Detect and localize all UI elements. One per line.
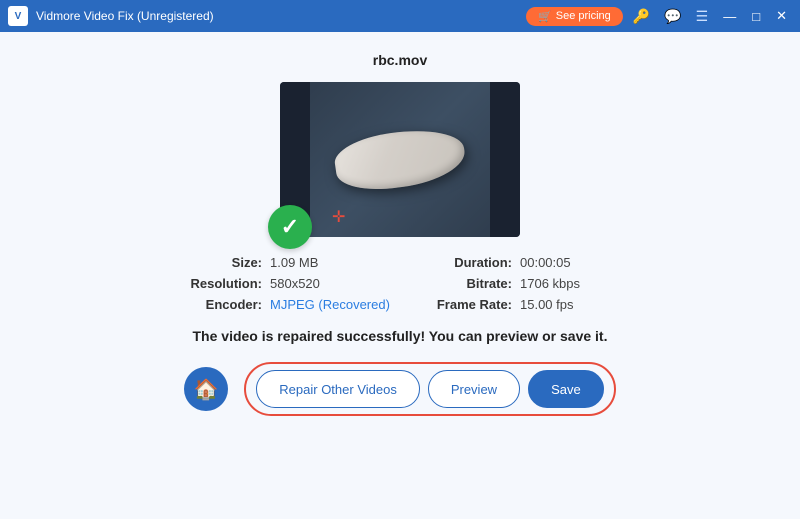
title-bar: V Vidmore Video Fix (Unregistered) 🛒 See…: [0, 0, 800, 32]
check-icon: ✓: [281, 214, 299, 240]
encoder-value: MJPEG (Recovered): [270, 297, 400, 312]
resolution-value: 580x520: [270, 276, 400, 291]
preview-button[interactable]: Preview: [428, 370, 520, 408]
minimize-button[interactable]: —: [718, 7, 741, 26]
home-button[interactable]: 🏠: [184, 367, 228, 411]
video-filename: rbc.mov: [373, 52, 427, 68]
title-bar-right: 🛒 See pricing 🔑 💬 ☰ — □ ✕: [526, 6, 792, 27]
encoder-label: Encoder:: [150, 297, 270, 312]
video-info-table: Size: 1.09 MB Duration: 00:00:05 Resolut…: [150, 255, 650, 312]
size-label: Size:: [150, 255, 270, 270]
success-message: The video is repaired successfully! You …: [193, 328, 608, 344]
framerate-value: 15.00 fps: [520, 297, 650, 312]
bitrate-value: 1706 kbps: [520, 276, 650, 291]
key-icon[interactable]: 🔑: [629, 6, 654, 27]
video-side-right: [490, 82, 520, 237]
menu-icon[interactable]: ☰: [692, 6, 713, 27]
cursor-indicator: ✛: [332, 207, 345, 227]
app-logo: V: [8, 6, 28, 26]
bottom-bar: 🏠 Repair Other Videos Preview Save: [20, 362, 780, 416]
duration-value: 00:00:05: [520, 255, 650, 270]
video-preview-container: ✓ ✛: [280, 82, 520, 237]
video-thumbnail-object: [332, 123, 468, 196]
resolution-label: Resolution:: [150, 276, 270, 291]
app-title: Vidmore Video Fix (Unregistered): [36, 9, 214, 23]
main-content: rbc.mov ✓ ✛ Size: 1.09 MB Duration: 00:0…: [0, 32, 800, 519]
duration-label: Duration:: [400, 255, 520, 270]
close-button[interactable]: ✕: [771, 6, 792, 26]
save-button[interactable]: Save: [528, 370, 604, 408]
framerate-label: Frame Rate:: [400, 297, 520, 312]
see-pricing-button[interactable]: 🛒 See pricing: [526, 7, 623, 26]
size-value: 1.09 MB: [270, 255, 400, 270]
maximize-button[interactable]: □: [747, 7, 765, 26]
cart-icon: 🛒: [538, 10, 552, 23]
chat-icon[interactable]: 💬: [660, 6, 685, 27]
bitrate-label: Bitrate:: [400, 276, 520, 291]
pricing-label: See pricing: [556, 10, 611, 22]
home-icon: 🏠: [194, 377, 219, 402]
repair-other-button[interactable]: Repair Other Videos: [256, 370, 420, 408]
title-bar-left: V Vidmore Video Fix (Unregistered): [8, 6, 214, 26]
success-check-badge: ✓: [268, 205, 312, 249]
video-inner: [280, 82, 520, 237]
actions-box: Repair Other Videos Preview Save: [244, 362, 615, 416]
